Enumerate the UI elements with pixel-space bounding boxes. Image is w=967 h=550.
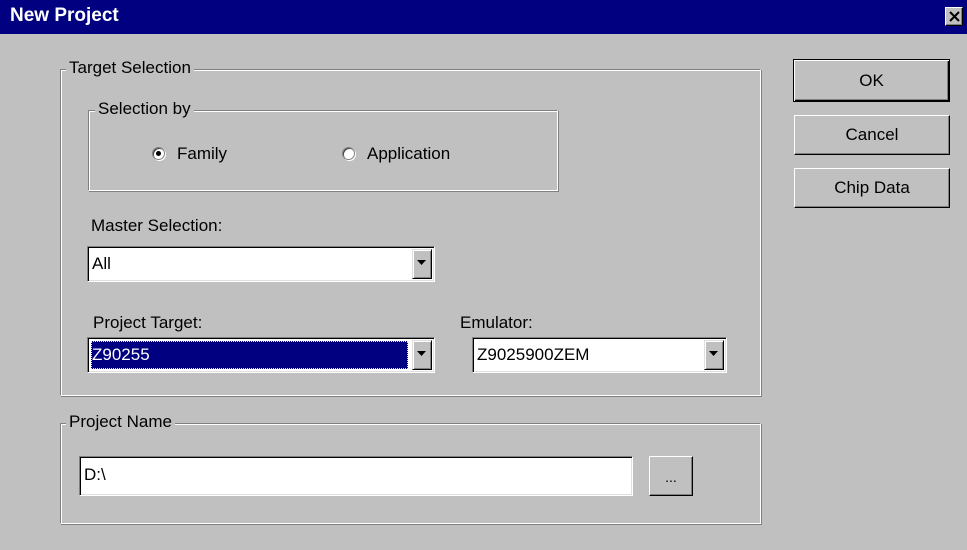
radio-selected-dot — [156, 151, 161, 156]
project-target-value: Z90255 — [91, 341, 408, 369]
project-target-dropdown[interactable]: Z90255 — [87, 337, 435, 373]
close-button[interactable] — [945, 7, 963, 26]
master-selection-value: All — [92, 254, 111, 273]
master-selection-dropdown-button[interactable] — [412, 249, 432, 279]
emulator-value: Z9025900ZEM — [477, 345, 590, 364]
application-radio-label[interactable]: Application — [367, 144, 450, 164]
family-radio-label[interactable]: Family — [177, 144, 227, 164]
ok-button[interactable]: OK — [793, 59, 950, 102]
project-name-legend: Project Name — [66, 412, 175, 432]
chip-data-button[interactable]: Chip Data — [794, 168, 950, 208]
close-icon — [948, 11, 960, 22]
chevron-down-icon — [417, 260, 426, 265]
emulator-label: Emulator: — [460, 313, 533, 332]
project-name-value: D:\ — [84, 465, 106, 484]
project-name-input[interactable]: D:\ — [79, 456, 633, 496]
emulator-dropdown-button[interactable] — [704, 340, 724, 370]
application-radio[interactable] — [342, 147, 355, 160]
selection-by-legend: Selection by — [95, 99, 194, 119]
emulator-dropdown[interactable]: Z9025900ZEM — [472, 337, 727, 373]
browse-button[interactable]: ... — [649, 456, 693, 496]
target-selection-legend: Target Selection — [66, 58, 194, 78]
master-selection-label: Master Selection: — [91, 216, 223, 235]
cancel-button[interactable]: Cancel — [794, 115, 950, 155]
chevron-down-icon — [417, 351, 426, 356]
family-radio[interactable] — [152, 147, 165, 160]
project-target-label: Project Target: — [93, 313, 203, 332]
window-title: New Project — [10, 5, 119, 26]
project-target-dropdown-button[interactable] — [412, 340, 432, 370]
title-bar: New Project — [0, 0, 967, 34]
chevron-down-icon — [709, 351, 718, 356]
master-selection-dropdown[interactable]: All — [87, 246, 435, 282]
